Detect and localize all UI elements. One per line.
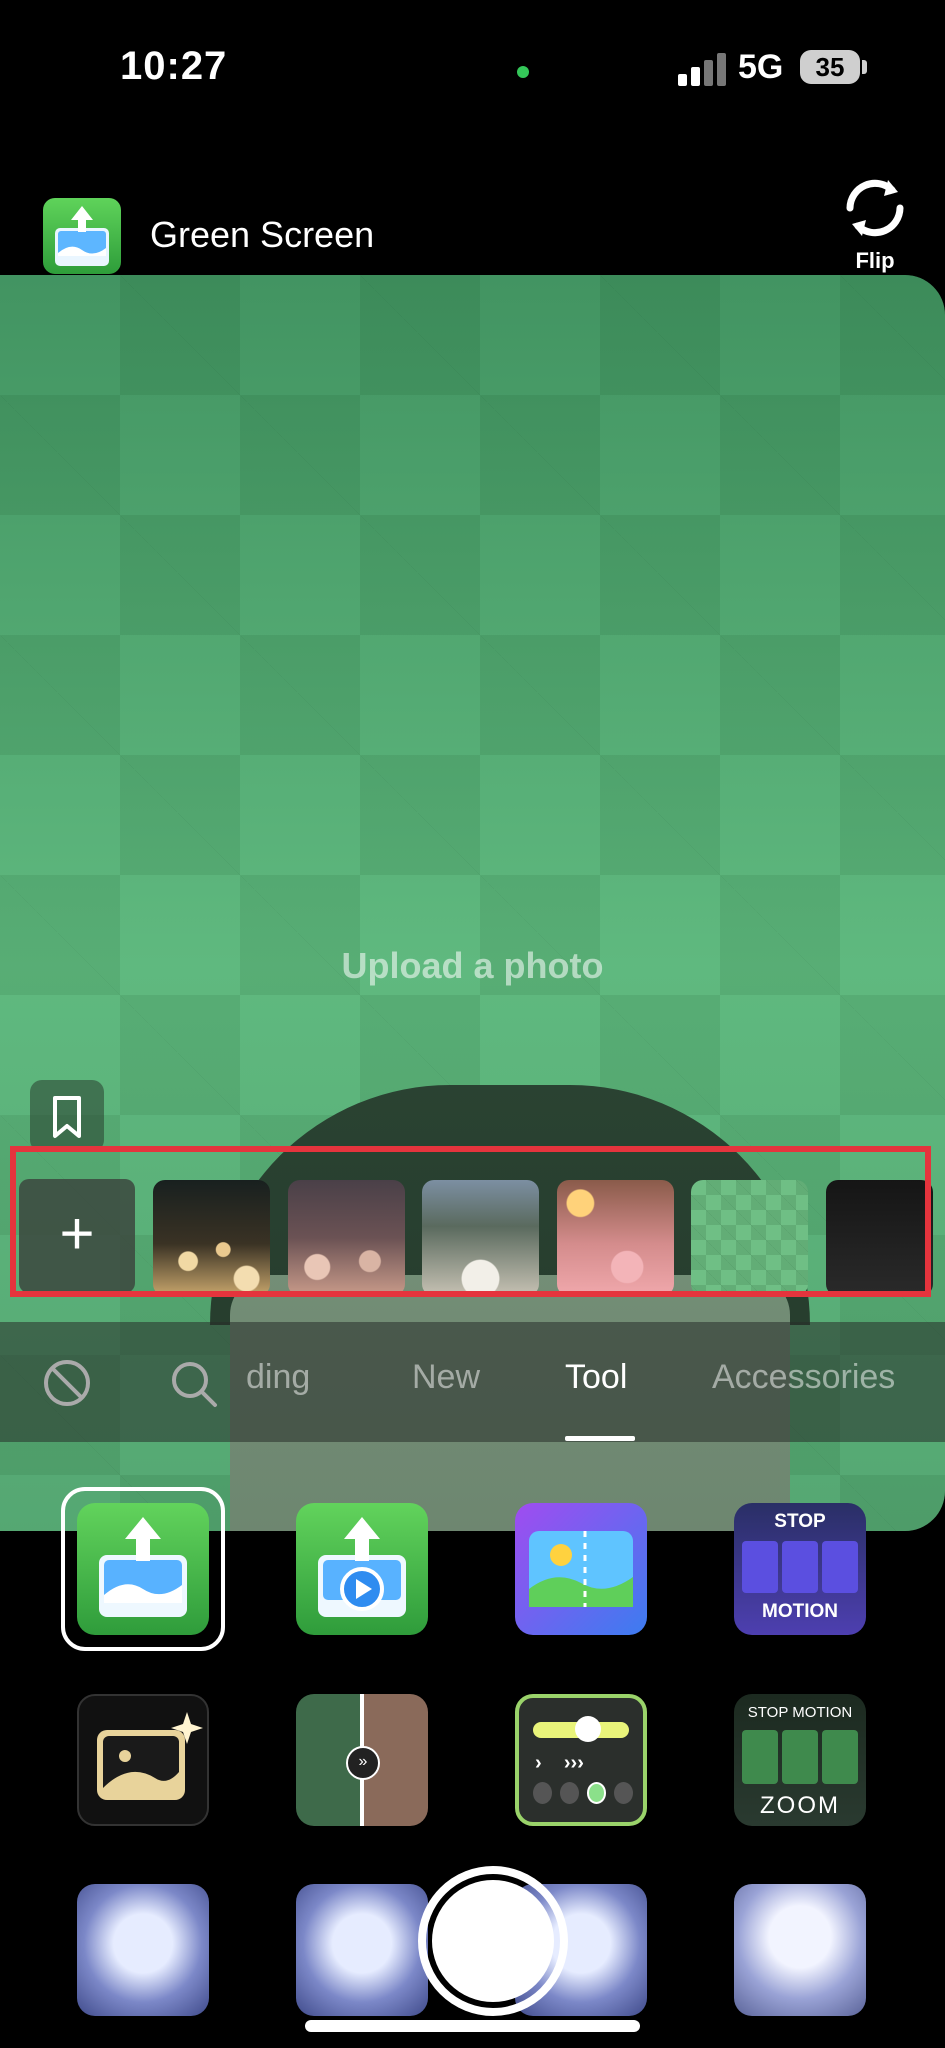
- flip-label: Flip: [855, 248, 895, 273]
- tab-tool[interactable]: Tool: [565, 1358, 627, 1397]
- stop-motion-top-label: STOP: [774, 1511, 826, 1532]
- bookmark-button[interactable]: [30, 1080, 104, 1152]
- bookmark-icon: [53, 1096, 81, 1138]
- stop-motion-bottom-label: MOTION: [762, 1601, 838, 1622]
- stop-motion-zoom-bottom-label: ZOOM: [760, 1792, 840, 1819]
- slider-knob: [575, 1716, 601, 1742]
- chevrons-icon: › ›››: [535, 1752, 584, 1774]
- search-button[interactable]: [168, 1358, 220, 1415]
- tab-accessories[interactable]: Accessories: [712, 1358, 895, 1397]
- stop-motion-zoom-effect[interactable]: STOP MOTION ZOOM: [734, 1694, 866, 1826]
- stop-motion-effect[interactable]: STOP MOTION: [734, 1503, 866, 1635]
- no-effect-icon: [44, 1360, 90, 1406]
- before-after-effect[interactable]: »: [296, 1694, 428, 1826]
- video-upload-icon: [318, 1517, 406, 1617]
- privacy-indicator-dot: [517, 66, 529, 78]
- flip-icon: [846, 179, 904, 237]
- statue-effect-1[interactable]: [77, 1884, 209, 2016]
- no-effect-button[interactable]: [42, 1358, 92, 1413]
- tab-trending[interactable]: ding: [246, 1358, 310, 1397]
- home-indicator[interactable]: [305, 2020, 640, 2032]
- flip-camera-button[interactable]: Flip: [830, 172, 920, 276]
- hand-frames: [742, 1730, 858, 1784]
- battery-indicator: 35: [800, 50, 860, 84]
- effect-title: Green Screen: [150, 214, 375, 255]
- status-time: 10:27: [120, 44, 228, 88]
- landscape-split-icon: [529, 1531, 633, 1607]
- dots-row: [533, 1782, 633, 1806]
- forward-arrows-icon: »: [346, 1746, 380, 1780]
- photo-strip-highlight: [10, 1146, 931, 1297]
- active-tab-indicator: [565, 1436, 635, 1441]
- green-screen-video-effect[interactable]: [296, 1503, 428, 1635]
- green-screen-effect-icon[interactable]: [43, 198, 121, 274]
- cellular-signal-icon: [678, 52, 728, 86]
- statue-effect-4[interactable]: [734, 1884, 866, 2016]
- search-icon: [172, 1362, 217, 1407]
- record-button[interactable]: [432, 1880, 554, 2002]
- green-screen-photo-effect[interactable]: [77, 1503, 209, 1635]
- split-background-effect[interactable]: [515, 1503, 647, 1635]
- stop-motion-zoom-top-label: STOP MOTION: [747, 1704, 853, 1721]
- battery-tip: [862, 60, 867, 74]
- tab-new[interactable]: New: [412, 1358, 480, 1397]
- speed-control-effect[interactable]: › ›››: [515, 1694, 647, 1826]
- photo-upload-icon: [99, 1517, 187, 1617]
- network-type: 5G: [738, 48, 784, 86]
- upload-photo-prompt[interactable]: Upload a photo: [0, 945, 945, 987]
- statue-effect-2[interactable]: [296, 1884, 428, 2016]
- sparkle-photo-icon: [97, 1712, 203, 1800]
- ai-photo-effect[interactable]: [77, 1694, 209, 1826]
- hand-frames: [742, 1541, 858, 1593]
